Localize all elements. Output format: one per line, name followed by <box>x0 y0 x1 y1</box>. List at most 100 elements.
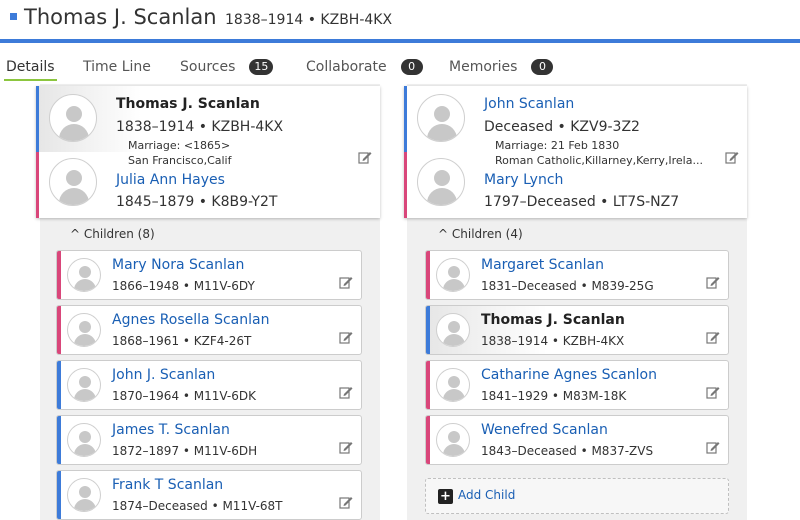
gender-bar <box>57 416 61 464</box>
person-silhouette-icon <box>49 94 97 142</box>
pencil-edit-icon[interactable] <box>725 150 739 164</box>
tab-sources-label: Sources <box>180 59 236 75</box>
gender-bar <box>426 361 430 409</box>
child-card[interactable]: Catharine Agnes Scanlon 1841–1929 • M83M… <box>425 360 729 410</box>
child-name[interactable]: James T. Scanlan <box>112 422 230 438</box>
mother-name[interactable]: Mary Lynch <box>484 172 563 188</box>
gender-bar <box>426 251 430 299</box>
pencil-edit-icon[interactable] <box>339 385 353 399</box>
sources-count-badge: 15 <box>249 59 274 75</box>
pencil-edit-icon[interactable] <box>706 440 720 454</box>
children-count-label: Children (4) <box>451 227 523 241</box>
parents-family-column: John Scanlan Deceased • KZV9-3Z2 Marriag… <box>404 84 747 520</box>
plus-icon: + <box>438 489 453 504</box>
person-silhouette-icon <box>436 313 470 347</box>
child-name[interactable]: Frank T Scanlan <box>112 477 223 493</box>
tab-collaborate-label: Collaborate <box>306 59 387 75</box>
child-lifespan-id: 1841–1929 • M83M-18K <box>481 389 627 403</box>
tab-memories[interactable]: Memories 0 <box>449 59 554 75</box>
gender-bar <box>426 306 430 354</box>
gender-bar <box>57 361 61 409</box>
father-name[interactable]: John Scanlan <box>484 96 574 112</box>
tab-collaborate[interactable]: Collaborate 0 <box>306 59 423 75</box>
person-silhouette-icon <box>67 258 101 292</box>
chevron-up-icon: ^ <box>70 227 81 241</box>
child-card[interactable]: James T. Scanlan 1872–1897 • M11V-6DH <box>56 415 362 465</box>
mother-lifespan-id: 1797–Deceased • LT7S-NZ7 <box>484 194 680 210</box>
couple-card: John Scanlan Deceased • KZV9-3Z2 Marriag… <box>404 86 747 218</box>
child-name: Thomas J. Scanlan <box>481 312 625 328</box>
child-name[interactable]: Agnes Rosella Scanlan <box>112 312 269 328</box>
tab-time-line-label: Time Line <box>83 59 151 75</box>
add-child-button[interactable]: + Add Child <box>425 478 729 514</box>
gender-bar <box>426 416 430 464</box>
pencil-edit-icon[interactable] <box>706 385 720 399</box>
child-name[interactable]: John J. Scanlan <box>112 367 215 383</box>
child-card[interactable]: Frank T Scanlan 1874–Deceased • M11V-68T <box>56 470 362 520</box>
tab-sources[interactable]: Sources 15 <box>180 59 274 75</box>
active-tab-indicator <box>4 79 57 81</box>
child-lifespan-id: 1843–Deceased • M837-ZVS <box>481 444 654 458</box>
person-silhouette-icon <box>436 258 470 292</box>
collaborate-count-badge: 0 <box>400 59 423 75</box>
tab-bar: Details Time Line Sources 15 Collaborate… <box>0 43 800 84</box>
child-lifespan-id: 1868–1961 • KZF4-26T <box>112 334 252 348</box>
pencil-edit-icon[interactable] <box>706 275 720 289</box>
person-silhouette-icon <box>436 368 470 402</box>
child-lifespan-id: 1874–Deceased • M11V-68T <box>112 499 283 513</box>
pencil-edit-icon[interactable] <box>339 330 353 344</box>
child-card-current-person[interactable]: Thomas J. Scanlan 1838–1914 • KZBH-4KX <box>425 305 729 355</box>
children-toggle[interactable]: ^ Children (4) <box>438 227 523 241</box>
child-lifespan-id: 1866–1948 • M11V-6DY <box>112 279 255 293</box>
child-card[interactable]: Margaret Scanlan 1831–Deceased • M839-25… <box>425 250 729 300</box>
child-card[interactable]: John J. Scanlan 1870–1964 • M11V-6DK <box>56 360 362 410</box>
child-card[interactable]: Agnes Rosella Scanlan 1868–1961 • KZF4-2… <box>56 305 362 355</box>
marriage-info[interactable]: Marriage: <1865> San Francisco,Calif <box>128 138 231 168</box>
child-name[interactable]: Mary Nora Scanlan <box>112 257 244 273</box>
child-name[interactable]: Catharine Agnes Scanlon <box>481 367 657 383</box>
pencil-edit-icon[interactable] <box>339 495 353 509</box>
person-silhouette-icon <box>67 313 101 347</box>
couple-card: Thomas J. Scanlan 1838–1914 • KZBH-4KX M… <box>36 86 380 218</box>
wife-lifespan-id: 1845–1879 • K8B9-Y2T <box>116 194 278 210</box>
family-members-section: Thomas J. Scanlan 1838–1914 • KZBH-4KX M… <box>0 84 800 520</box>
husband-name: Thomas J. Scanlan <box>116 96 260 112</box>
child-card[interactable]: Mary Nora Scanlan 1866–1948 • M11V-6DY <box>56 250 362 300</box>
marriage-place: Roman Catholic,Killarney,Kerry,Irela... <box>495 154 703 167</box>
children-toggle[interactable]: ^ Children (8) <box>70 227 155 241</box>
person-silhouette-icon <box>67 368 101 402</box>
chevron-up-icon: ^ <box>438 227 449 241</box>
child-lifespan-id: 1838–1914 • KZBH-4KX <box>481 334 625 348</box>
wife-name[interactable]: Julia Ann Hayes <box>116 172 225 188</box>
pencil-edit-icon[interactable] <box>706 330 720 344</box>
tab-time-line[interactable]: Time Line <box>83 59 151 75</box>
add-child-label: Add Child <box>458 488 516 502</box>
gender-bar <box>57 251 61 299</box>
pencil-edit-icon[interactable] <box>358 150 372 164</box>
person-name-title: Thomas J. Scanlan <box>24 5 217 29</box>
child-lifespan-id: 1831–Deceased • M839-25G <box>481 279 654 293</box>
marriage-date: Marriage: <1865> <box>128 139 231 152</box>
child-name[interactable]: Wenefred Scanlan <box>481 422 608 438</box>
marriage-info[interactable]: Marriage: 21 Feb 1830 Roman Catholic,Kil… <box>495 138 703 168</box>
pencil-edit-icon[interactable] <box>339 275 353 289</box>
gender-bar <box>57 306 61 354</box>
person-silhouette-icon <box>67 478 101 512</box>
person-silhouette-icon <box>436 423 470 457</box>
marriage-date: Marriage: 21 Feb 1830 <box>495 139 620 152</box>
husband-lifespan-id: 1838–1914 • KZBH-4KX <box>116 119 284 135</box>
person-lifespan-id: 1838–1914 • KZBH-4KX <box>225 12 393 28</box>
children-count-label: Children (8) <box>83 227 155 241</box>
marriage-place: San Francisco,Calif <box>128 154 232 167</box>
father-lifespan-id: Deceased • KZV9-3Z2 <box>484 119 640 135</box>
person-silhouette-icon <box>67 423 101 457</box>
child-name[interactable]: Margaret Scanlan <box>481 257 604 273</box>
gender-bar <box>57 471 61 519</box>
tab-details[interactable]: Details <box>4 59 57 81</box>
pencil-edit-icon[interactable] <box>339 440 353 454</box>
spouse-family-column: Thomas J. Scanlan 1838–1914 • KZBH-4KX M… <box>36 84 380 520</box>
child-card[interactable]: Wenefred Scanlan 1843–Deceased • M837-ZV… <box>425 415 729 465</box>
child-lifespan-id: 1870–1964 • M11V-6DK <box>112 389 256 403</box>
child-lifespan-id: 1872–1897 • M11V-6DH <box>112 444 258 458</box>
tab-memories-label: Memories <box>449 59 518 75</box>
